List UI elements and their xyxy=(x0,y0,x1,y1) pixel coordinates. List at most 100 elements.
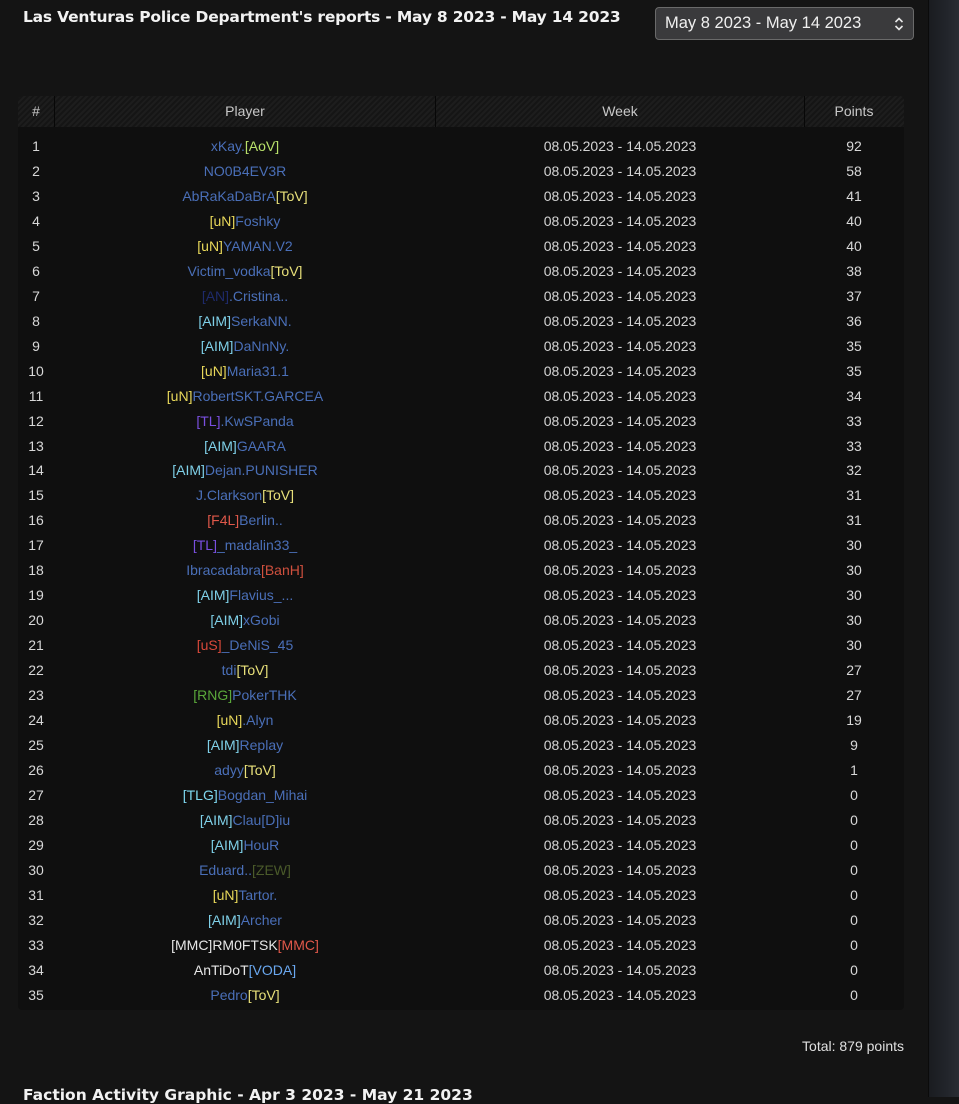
player-name-link[interactable]: Pedro xyxy=(210,987,247,1003)
player-cell[interactable]: [RNG]PokerTHK xyxy=(55,683,435,708)
points-cell: 36 xyxy=(846,312,862,329)
player-cell[interactable]: [MMC]RM0FTSK[MMC] xyxy=(55,933,435,958)
player-cell[interactable]: AbRaKaDaBrA[ToV] xyxy=(55,184,435,209)
player-name-link[interactable]: YAMAN.V2 xyxy=(223,238,293,254)
table-row: 25 [AIM]Replay 08.05.2023 - 14.05.2023 9 xyxy=(18,733,904,758)
player-name-link[interactable]: GAARA xyxy=(237,438,286,454)
player-cell[interactable]: [TL]_madalin33_ xyxy=(55,533,435,558)
player-name-link[interactable]: .Alyn xyxy=(242,712,273,728)
player-cell[interactable]: Victim_vodka[ToV] xyxy=(55,259,435,284)
player-name-link[interactable]: Dejan.PUNISHER xyxy=(205,462,318,478)
player-name-link[interactable]: SerkaNN. xyxy=(231,313,292,329)
player-name-link[interactable]: Eduard.. xyxy=(199,862,252,878)
table-row: 3 AbRaKaDaBrA[ToV] 08.05.2023 - 14.05.2023… xyxy=(18,184,904,209)
player-cell[interactable]: [AIM]xGobi xyxy=(55,608,435,633)
points-cell: 0 xyxy=(850,836,858,853)
player-clan-tag: [uN] xyxy=(166,387,193,404)
column-header-rank[interactable]: # xyxy=(18,96,55,127)
player-cell[interactable]: [uN]YAMAN.V2 xyxy=(55,234,435,259)
rank-cell: 32 xyxy=(28,911,44,928)
player-name-link[interactable]: .Cristina.. xyxy=(229,288,288,304)
player-name-link[interactable]: NO0B4EV3R xyxy=(204,163,286,179)
player-name-link[interactable]: Replay xyxy=(240,737,284,753)
total-points: Total: 879 points xyxy=(802,1038,904,1054)
player-cell[interactable]: [uS]_DeNiS_45 xyxy=(55,633,435,658)
player-clan-tag: [AIM] xyxy=(200,337,234,354)
player-cell[interactable]: [AIM]HouR xyxy=(55,833,435,858)
player-cell[interactable]: [uN]Foshky xyxy=(55,209,435,234)
week-cell: 08.05.2023 - 14.05.2023 xyxy=(543,786,697,803)
player-cell[interactable]: [AIM]SerkaNN. xyxy=(55,309,435,334)
player-cell[interactable]: [AIM]GAARA xyxy=(55,434,435,459)
player-name-link[interactable]: Victim_vodka xyxy=(188,263,271,279)
player-name-link[interactable]: xKay. xyxy=(211,138,245,154)
player-name-link[interactable]: adyy xyxy=(214,762,244,778)
player-clan-tag: [uN] xyxy=(216,712,243,729)
player-cell[interactable]: [TLG]Bogdan_Mihai xyxy=(55,783,435,808)
player-cell[interactable]: adyy[ToV] xyxy=(55,758,435,783)
column-header-points[interactable]: Points xyxy=(806,96,902,127)
player-name-link[interactable]: Flavius_... xyxy=(229,587,293,603)
player-cell[interactable]: [TL].KwSPanda xyxy=(55,409,435,434)
player-name-link[interactable]: _DeNiS_45 xyxy=(222,637,294,653)
player-cell[interactable]: [AIM]Dejan.PUNISHER xyxy=(55,458,435,483)
player-cell[interactable]: Pedro[ToV] xyxy=(55,983,435,1008)
week-select[interactable]: May 8 2023 - May 14 2023 xyxy=(655,7,914,40)
player-name-link[interactable]: .KwSPanda xyxy=(220,413,293,429)
player-name-link[interactable]: xGobi xyxy=(243,612,280,628)
points-cell: 30 xyxy=(846,562,862,579)
player-cell[interactable]: [uN].Alyn xyxy=(55,708,435,733)
player-name-link[interactable]: AnTiDoT xyxy=(194,962,249,978)
player-name-link[interactable]: Archer xyxy=(241,912,282,928)
player-name-link[interactable]: Maria31.1 xyxy=(227,363,289,379)
player-clan-tag: [uS] xyxy=(196,637,222,654)
player-cell[interactable]: [uN]Maria31.1 xyxy=(55,359,435,384)
player-name-link[interactable]: Ibracadabra xyxy=(186,562,261,578)
week-cell: 08.05.2023 - 14.05.2023 xyxy=(543,512,697,529)
rank-cell: 10 xyxy=(28,362,44,379)
player-cell[interactable]: NO0B4EV3R xyxy=(55,159,435,184)
rank-cell: 6 xyxy=(32,262,40,279)
player-name-link[interactable]: Foshky xyxy=(235,213,280,229)
player-cell[interactable]: J.Clarkson[ToV] xyxy=(55,483,435,508)
column-header-week[interactable]: Week xyxy=(436,96,805,127)
rank-cell: 22 xyxy=(28,662,44,679)
player-name-link[interactable]: AbRaKaDaBrA xyxy=(182,188,275,204)
player-name-link[interactable]: tdi xyxy=(222,662,237,678)
player-cell[interactable]: [AIM]Replay xyxy=(55,733,435,758)
player-name-link[interactable]: DaNnNy. xyxy=(233,338,289,354)
player-cell[interactable]: [uN]Tartor. xyxy=(55,883,435,908)
player-cell[interactable]: AnTiDoT[VODA] xyxy=(55,958,435,983)
player-name-link[interactable]: PokerTHK xyxy=(232,687,297,703)
player-cell[interactable]: [AIM]DaNnNy. xyxy=(55,334,435,359)
player-cell[interactable]: Ibracadabra[BanH] xyxy=(55,558,435,583)
player-name-link[interactable]: Tartor. xyxy=(238,887,277,903)
player-cell[interactable]: [AIM]Archer xyxy=(55,908,435,933)
player-cell[interactable]: [AN].Cristina.. xyxy=(55,284,435,309)
player-name-link[interactable]: J.Clarkson xyxy=(196,487,262,503)
player-name-link[interactable]: [MMC]RM0FTSK xyxy=(171,937,278,953)
player-name-link[interactable]: RobertSKT.GARCEA xyxy=(192,388,323,404)
player-name-link[interactable]: HouR xyxy=(243,837,279,853)
player-cell[interactable]: Eduard..[ZEW] xyxy=(55,858,435,883)
player-name-link[interactable]: Bogdan_Mihai xyxy=(218,787,308,803)
week-cell: 08.05.2023 - 14.05.2023 xyxy=(543,337,697,354)
points-cell: 33 xyxy=(846,412,862,429)
player-cell[interactable]: tdi[ToV] xyxy=(55,658,435,683)
player-clan-tag: [ToV] xyxy=(236,662,269,679)
player-cell[interactable]: [AIM]Flavius_... xyxy=(55,583,435,608)
player-name-link[interactable]: Berlin.. xyxy=(239,512,283,528)
column-header-player[interactable]: Player xyxy=(55,96,436,127)
rank-cell: 18 xyxy=(28,562,44,579)
points-cell: 0 xyxy=(850,986,858,1003)
player-cell[interactable]: [AIM]Clau[D]iu xyxy=(55,808,435,833)
player-cell[interactable]: [uN]RobertSKT.GARCEA xyxy=(55,384,435,409)
points-cell: 30 xyxy=(846,587,862,604)
player-name-link[interactable]: _madalin33_ xyxy=(217,537,297,553)
rank-cell: 13 xyxy=(28,437,44,454)
points-cell: 30 xyxy=(846,637,862,654)
player-name-link[interactable]: Clau[D]iu xyxy=(233,812,291,828)
rank-cell: 3 xyxy=(32,187,40,204)
player-cell[interactable]: xKay.[AoV] xyxy=(55,134,435,159)
player-cell[interactable]: [F4L]Berlin.. xyxy=(55,508,435,533)
